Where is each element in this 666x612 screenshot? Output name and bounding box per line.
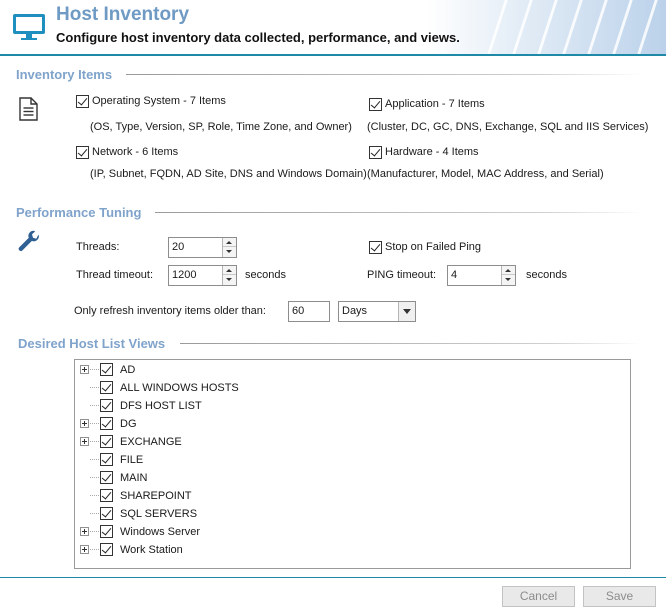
tree-item-checkbox[interactable] xyxy=(100,453,113,466)
page-title: Host Inventory xyxy=(56,4,190,25)
monitor-icon xyxy=(13,14,45,40)
tree-item-file[interactable]: FILE xyxy=(75,451,630,469)
tree-item-checkbox[interactable] xyxy=(100,381,113,394)
tree-item-checkbox[interactable] xyxy=(100,399,113,412)
tree-item-label: MAIN xyxy=(120,472,148,484)
section-divider xyxy=(155,212,642,213)
stop-on-failed-ping-label: Stop on Failed Ping xyxy=(385,241,482,253)
tree-item-label: DG xyxy=(120,418,137,430)
document-icon xyxy=(19,97,38,121)
tree-item-dg[interactable]: DG xyxy=(75,415,630,433)
threads-value: 20 xyxy=(172,241,185,253)
header-banner: Host Inventory Configure host inventory … xyxy=(0,0,666,56)
operating-system-detail: (OS, Type, Version, SP, Role, Time Zone,… xyxy=(90,121,352,133)
increment-arrow-icon[interactable] xyxy=(223,266,236,275)
refresh-unit-select[interactable]: Days xyxy=(338,301,416,322)
threads-label: Threads: xyxy=(76,241,120,253)
network-checkbox[interactable] xyxy=(76,146,89,159)
expand-plus-icon[interactable] xyxy=(80,545,89,554)
ping-timeout-spinner[interactable]: 4 xyxy=(447,265,516,286)
cancel-button[interactable]: Cancel xyxy=(502,586,575,607)
tree-item-dfs-host-list[interactable]: DFS HOST LIST xyxy=(75,397,630,415)
increment-arrow-icon[interactable] xyxy=(502,266,515,275)
tree-item-sql-servers[interactable]: SQL SERVERS xyxy=(75,505,630,523)
refresh-unit-value: Days xyxy=(342,305,368,317)
host-list-tree[interactable]: AD ALL WINDOWS HOSTS DFS HOST LIST DG EX… xyxy=(74,359,631,569)
refresh-age-input[interactable]: 60 xyxy=(288,301,330,322)
inventory-items-title: Inventory Items xyxy=(16,67,113,82)
tree-item-all-windows-hosts[interactable]: ALL WINDOWS HOSTS xyxy=(75,379,630,397)
refresh-label: Only refresh inventory items older than: xyxy=(74,305,266,317)
host-list-views-title: Desired Host List Views xyxy=(18,336,166,351)
section-divider xyxy=(126,74,642,75)
tree-item-checkbox[interactable] xyxy=(100,525,113,538)
tree-item-ad[interactable]: AD xyxy=(75,361,630,379)
tree-item-checkbox[interactable] xyxy=(100,435,113,448)
tree-item-checkbox[interactable] xyxy=(100,471,113,484)
tree-item-label: ALL WINDOWS HOSTS xyxy=(120,382,239,394)
operating-system-checkbox[interactable] xyxy=(76,95,89,108)
tree-item-work-station[interactable]: Work Station xyxy=(75,541,630,559)
hardware-detail: (Manufacturer, Model, MAC Address, and S… xyxy=(367,168,604,180)
network-detail: (IP, Subnet, FQDN, AD Site, DNS and Wind… xyxy=(90,168,367,180)
tree-item-label: DFS HOST LIST xyxy=(120,400,202,412)
expand-plus-icon[interactable] xyxy=(80,365,89,374)
application-detail: (Cluster, DC, GC, DNS, Exchange, SQL and… xyxy=(367,121,649,133)
tree-item-checkbox[interactable] xyxy=(100,417,113,430)
decrement-arrow-icon[interactable] xyxy=(223,275,236,284)
tree-item-label: Windows Server xyxy=(120,526,201,538)
save-button[interactable]: Save xyxy=(583,586,656,607)
tree-item-main[interactable]: MAIN xyxy=(75,469,630,487)
tree-item-checkbox[interactable] xyxy=(100,489,113,502)
thread-timeout-spinner[interactable]: 1200 xyxy=(168,265,237,286)
tree-item-checkbox[interactable] xyxy=(100,363,113,376)
ping-timeout-value: 4 xyxy=(451,269,458,281)
increment-arrow-icon[interactable] xyxy=(223,238,236,247)
tree-item-checkbox[interactable] xyxy=(100,507,113,520)
tree-item-label: Work Station xyxy=(120,544,183,556)
stop-on-failed-ping-checkbox[interactable] xyxy=(369,241,382,254)
decrement-arrow-icon[interactable] xyxy=(502,275,515,284)
tree-item-label: EXCHANGE xyxy=(120,436,182,448)
thread-timeout-value: 1200 xyxy=(172,269,197,281)
hardware-checkbox[interactable] xyxy=(369,146,382,159)
hardware-label: Hardware - 4 Items xyxy=(385,146,479,158)
header-decoration xyxy=(426,0,666,54)
expand-plus-icon[interactable] xyxy=(80,419,89,428)
thread-timeout-unit: seconds xyxy=(245,269,286,281)
network-label: Network - 6 Items xyxy=(92,146,179,158)
section-divider xyxy=(180,343,642,344)
chevron-down-icon[interactable] xyxy=(398,302,415,321)
tree-item-label: AD xyxy=(120,364,136,376)
thread-timeout-label: Thread timeout: xyxy=(76,269,154,281)
tree-item-label: SQL SERVERS xyxy=(120,508,198,520)
ping-timeout-unit: seconds xyxy=(526,269,567,281)
application-label: Application - 7 Items xyxy=(385,98,485,110)
operating-system-label: Operating System - 7 Items xyxy=(92,95,226,107)
page-subtitle: Configure host inventory data collected,… xyxy=(56,30,460,45)
performance-tuning-title: Performance Tuning xyxy=(16,205,142,220)
refresh-age-value: 60 xyxy=(292,305,305,317)
tree-item-label: FILE xyxy=(120,454,144,466)
tree-item-windows-server[interactable]: Windows Server xyxy=(75,523,630,541)
decrement-arrow-icon[interactable] xyxy=(223,247,236,256)
application-checkbox[interactable] xyxy=(369,98,382,111)
tree-item-label: SHAREPOINT xyxy=(120,490,192,502)
wrench-icon xyxy=(18,230,39,252)
expand-plus-icon[interactable] xyxy=(80,437,89,446)
footer-divider xyxy=(0,577,666,578)
expand-plus-icon[interactable] xyxy=(80,527,89,536)
ping-timeout-label: PING timeout: xyxy=(367,269,437,281)
tree-item-checkbox[interactable] xyxy=(100,543,113,556)
tree-item-exchange[interactable]: EXCHANGE xyxy=(75,433,630,451)
tree-item-sharepoint[interactable]: SHAREPOINT xyxy=(75,487,630,505)
threads-spinner[interactable]: 20 xyxy=(168,237,237,258)
